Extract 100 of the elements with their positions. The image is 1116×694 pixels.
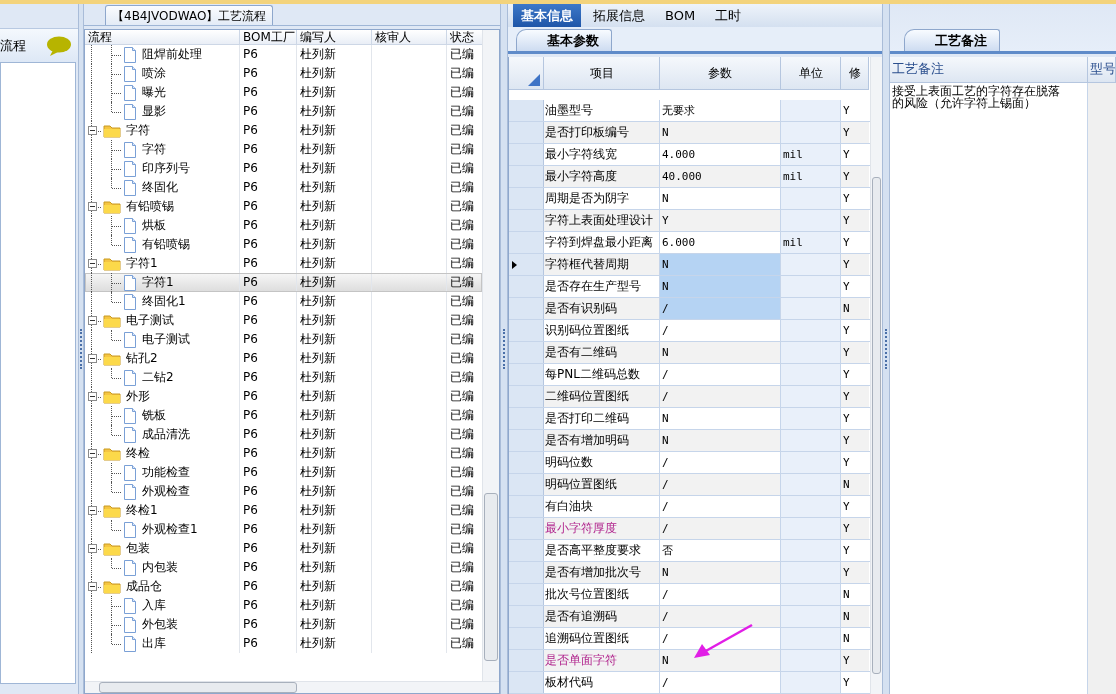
table-cell: 杜列新: [297, 292, 372, 311]
table-cell[interactable]: /: [660, 452, 781, 473]
tree-label: 印序列号: [142, 160, 190, 177]
collapse-icon[interactable]: [88, 449, 97, 458]
table-cell[interactable]: N: [660, 342, 781, 363]
document-icon: [123, 160, 137, 177]
table-cell[interactable]: /: [660, 320, 781, 341]
folder-icon: [103, 256, 121, 271]
horizontal-scrollbar[interactable]: [85, 681, 499, 693]
table-cell: P6: [240, 463, 297, 482]
tab[interactable]: 拓展信息: [585, 4, 653, 27]
column-header[interactable]: 编写人: [297, 30, 372, 44]
table-cell[interactable]: /: [660, 672, 781, 693]
table-cell[interactable]: /: [660, 298, 781, 319]
table-cell: P6: [240, 64, 297, 83]
column-header[interactable]: 型号: [1088, 57, 1116, 83]
table-cell[interactable]: N: [660, 122, 781, 143]
column-header[interactable]: 流程: [85, 30, 240, 44]
table-cell[interactable]: N: [660, 430, 781, 451]
row-header[interactable]: [509, 254, 544, 275]
column-header[interactable]: 参数: [660, 57, 781, 90]
table-cell[interactable]: N: [660, 650, 781, 671]
table-cell: 杜列新: [297, 482, 372, 501]
table-cell: 杜列新: [297, 577, 372, 596]
tree-row[interactable]: 终检 P6 杜列新 已编: [85, 444, 482, 463]
tree-row[interactable]: 钻孔2 P6 杜列新 已编: [85, 349, 482, 368]
tree-label: 功能检查: [142, 464, 190, 481]
tree-row[interactable]: 字符 P6 杜列新 已编: [85, 121, 482, 140]
table-cell[interactable]: /: [660, 364, 781, 385]
tab[interactable]: 工时: [707, 4, 750, 27]
corner-triangle-icon: [528, 74, 540, 86]
column-header[interactable]: 单位: [781, 57, 841, 90]
table-cell[interactable]: /: [660, 628, 781, 649]
document-icon: [123, 521, 137, 538]
table-cell: 字符框代替周期: [544, 254, 660, 275]
collapse-icon[interactable]: [88, 126, 97, 135]
table-cell[interactable]: N: [660, 276, 781, 297]
table-cell[interactable]: N: [660, 408, 781, 429]
column-header[interactable]: 工艺备注: [890, 57, 1088, 83]
collapse-icon[interactable]: [88, 506, 97, 515]
table-cell: 杜列新: [297, 159, 372, 178]
document-icon: [123, 179, 137, 196]
column-header[interactable]: 修: [841, 57, 869, 90]
table-cell[interactable]: 6.000: [660, 232, 781, 253]
column-header[interactable]: 项目: [544, 57, 660, 90]
folder-icon: [103, 389, 121, 404]
vertical-scrollbar[interactable]: [482, 30, 499, 681]
collapse-icon[interactable]: [88, 354, 97, 363]
collapse-icon[interactable]: [88, 259, 97, 268]
tab[interactable]: 基本参数: [516, 29, 612, 51]
collapse-icon[interactable]: [88, 392, 97, 401]
table-cell: mil: [781, 144, 841, 165]
table-cell: Y: [841, 210, 869, 231]
table-cell[interactable]: 无要求: [660, 100, 781, 121]
table-cell[interactable]: /: [660, 584, 781, 605]
tree-row[interactable]: 包装 P6 杜列新 已编: [85, 539, 482, 558]
table-cell: Y: [841, 166, 869, 187]
tab[interactable]: BOM: [657, 4, 704, 27]
tree-row[interactable]: 有铅喷锡 P6 杜列新 已编: [85, 197, 482, 216]
table-cell: P6: [240, 349, 297, 368]
tab[interactable]: 基本信息: [513, 4, 581, 27]
table-cell: 是否有增加明码: [544, 430, 660, 451]
collapse-icon[interactable]: [88, 544, 97, 553]
table-cell[interactable]: N: [660, 188, 781, 209]
column-header[interactable]: BOM工厂: [240, 30, 297, 44]
table-cell: 有白油块: [544, 496, 660, 517]
table-cell[interactable]: /: [660, 518, 781, 539]
table-cell[interactable]: /: [660, 474, 781, 495]
tab[interactable]: 工艺备注: [904, 29, 1000, 51]
table-cell[interactable]: 4.000: [660, 144, 781, 165]
table-cell: mil: [781, 166, 841, 187]
column-header[interactable]: 核审人: [372, 30, 447, 44]
table-cell[interactable]: N: [660, 562, 781, 583]
collapse-icon[interactable]: [88, 316, 97, 325]
document-icon: [123, 331, 137, 348]
tree-label: 内包装: [142, 559, 178, 576]
table-cell[interactable]: /: [660, 496, 781, 517]
collapse-icon[interactable]: [88, 582, 97, 591]
table-cell[interactable]: /: [660, 386, 781, 407]
table-cell: P6: [240, 425, 297, 444]
vertical-scrollbar[interactable]: [870, 57, 882, 694]
table-cell: 杜列新: [297, 140, 372, 159]
tree-label: 阻焊前处理: [142, 46, 202, 63]
tree-row[interactable]: 成品仓 P6 杜列新 已编: [85, 577, 482, 596]
tree-row[interactable]: 外形 P6 杜列新 已编: [85, 387, 482, 406]
tree-row[interactable]: 电子测试 P6 杜列新 已编: [85, 311, 482, 330]
tree-label: 终检: [126, 445, 150, 462]
collapse-icon[interactable]: [88, 202, 97, 211]
table-cell[interactable]: Y: [660, 210, 781, 231]
table-cell: 油墨型号: [544, 100, 660, 121]
table-cell[interactable]: /: [660, 606, 781, 627]
tree-row[interactable]: 字符1 P6 杜列新 已编: [85, 273, 482, 292]
table-cell[interactable]: 否: [660, 540, 781, 561]
table-cell[interactable]: N: [660, 254, 781, 275]
tree-label: 钻孔2: [126, 350, 158, 367]
splitter[interactable]: [882, 4, 890, 694]
table-cell[interactable]: 40.000: [660, 166, 781, 187]
speech-bubble-icon[interactable]: [46, 35, 72, 56]
table-cell: 杜列新: [297, 311, 372, 330]
tree-row[interactable]: 终检1 P6 杜列新 已编: [85, 501, 482, 520]
